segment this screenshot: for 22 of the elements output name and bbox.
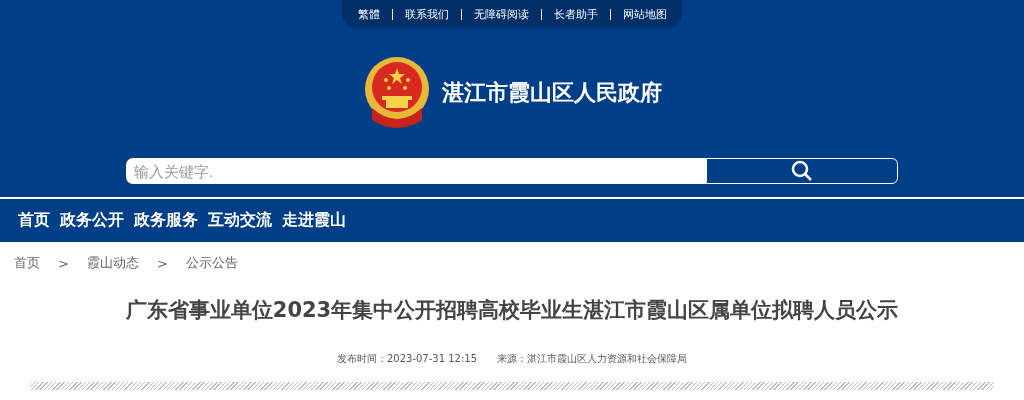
nav-item[interactable]: 首页 (18, 210, 50, 231)
breadcrumb-separator: > (58, 255, 69, 271)
nav-item[interactable]: 互动交流 (208, 210, 272, 231)
breadcrumb-link[interactable]: 公示公告 (185, 254, 238, 272)
search-field[interactable]: 输入关键字. (126, 158, 706, 184)
nav-item[interactable]: 政务服务 (134, 210, 198, 231)
article-title: 广东省事业单位2023年集中公开招聘高校毕业生湛江市霞山区属单位拟聘人员公示 (124, 297, 900, 324)
nav-item[interactable]: 政务公开 (60, 210, 124, 231)
top-link[interactable]: 繁體 (357, 6, 380, 22)
article-source: 来源：湛江市霞山区人力资源和社会保障局 (497, 352, 688, 366)
site-title: 湛江市霞山区人民政府 (442, 79, 662, 107)
search-button[interactable] (706, 158, 898, 184)
search-icon (791, 160, 813, 182)
top-link[interactable]: 联系我们 (404, 6, 449, 22)
top-link[interactable]: 无障碍阅读 (473, 6, 529, 22)
breadcrumb-link[interactable]: 霞山动态 (86, 254, 139, 272)
top-link[interactable]: 网站地图 (622, 6, 667, 22)
breadcrumb-link[interactable]: 首页 (14, 254, 40, 272)
top-link[interactable]: 长者助手 (553, 6, 598, 22)
nav-item[interactable]: 走进霞山 (282, 210, 346, 231)
breadcrumb-separator: > (156, 255, 168, 271)
publish-time: 发布时间：2023-07-31 12:15 (336, 352, 478, 366)
